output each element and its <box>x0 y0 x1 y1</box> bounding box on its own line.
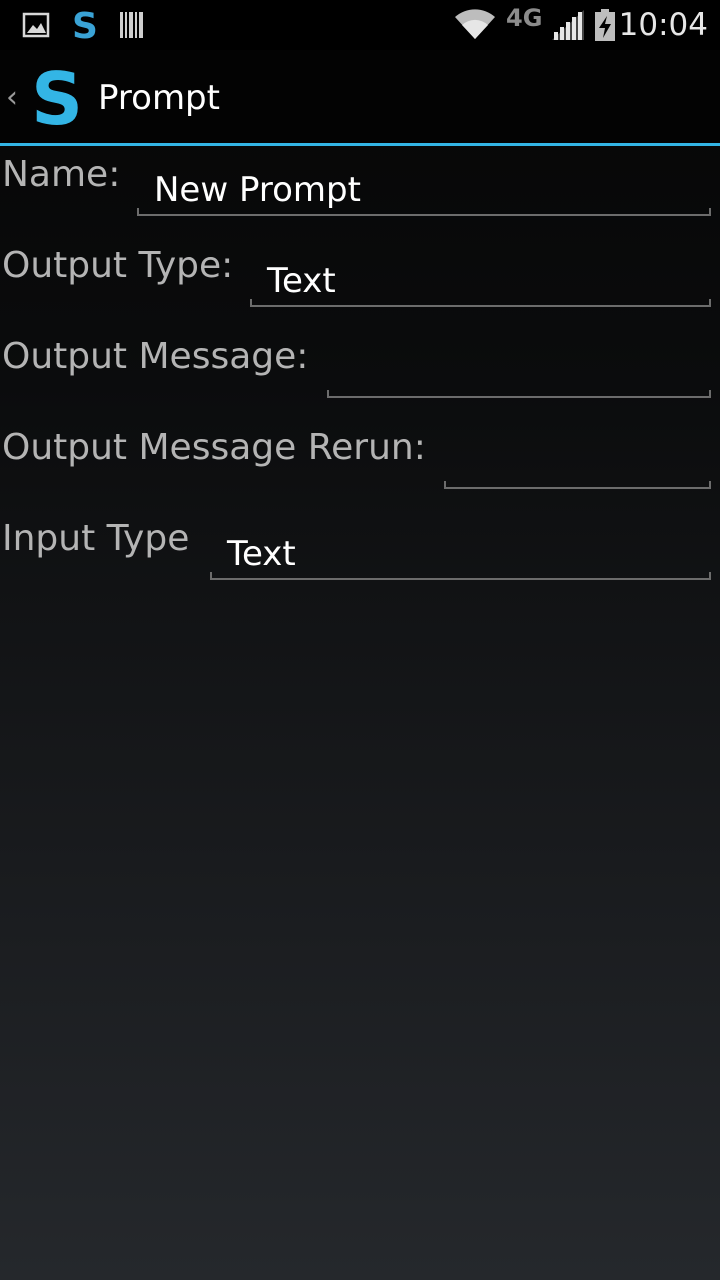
svg-text:S: S <box>72 7 98 43</box>
field-edge-right <box>709 572 711 580</box>
up-navigation-icon[interactable]: ‹ <box>6 80 18 115</box>
field-edge-right <box>709 299 711 307</box>
page-title: Prompt <box>98 78 220 118</box>
field-underline <box>327 396 711 398</box>
input-type-label: Input Type <box>2 518 190 559</box>
battery-icon <box>594 0 616 50</box>
app-logo-letter: S <box>32 62 82 134</box>
gallery-notification-icon <box>22 0 50 50</box>
output-type-label: Output Type: <box>2 245 234 286</box>
output-message-label: Output Message: <box>2 336 309 377</box>
network-type-label: 4G <box>506 4 543 32</box>
name-field[interactable]: New Prompt <box>137 164 711 216</box>
name-label: Name: <box>2 154 121 195</box>
output-message-rerun-label: Output Message Rerun: <box>2 427 426 468</box>
field-edge-right <box>709 208 711 216</box>
output-message-field[interactable] <box>327 346 711 398</box>
status-bar: S 4G 10:04 <box>0 0 720 50</box>
field-underline <box>250 305 711 307</box>
field-underline <box>444 487 711 489</box>
field-underline <box>210 578 711 580</box>
output-message-rerun-field[interactable] <box>444 437 711 489</box>
wifi-icon <box>454 0 496 50</box>
field-underline <box>137 214 711 216</box>
name-value: New Prompt <box>154 170 361 210</box>
input-type-field[interactable]: Text <box>210 528 711 580</box>
network-type-indicator: 4G <box>506 0 542 50</box>
field-edge-right <box>709 481 711 489</box>
input-type-value: Text <box>227 534 296 574</box>
output-type-value: Text <box>267 261 336 301</box>
status-time: 10:04 <box>618 7 708 43</box>
app-s-notification-icon: S <box>70 0 100 50</box>
signal-icon <box>550 0 586 50</box>
field-edge-right <box>709 390 711 398</box>
barcode-notification-icon <box>118 0 146 50</box>
app-logo-icon[interactable]: S <box>31 57 83 141</box>
action-bar-divider <box>0 143 720 146</box>
output-type-field[interactable]: Text <box>250 255 711 307</box>
